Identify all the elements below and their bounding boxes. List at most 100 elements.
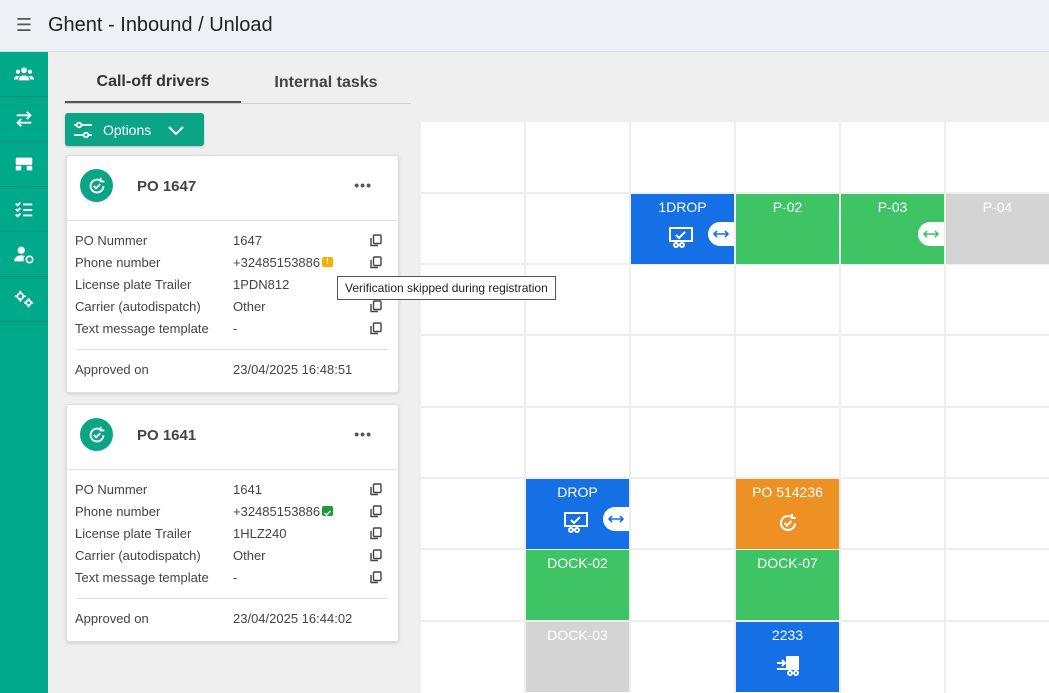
tab-call-off-drivers[interactable]: Call-off drivers [65,62,241,103]
trailer-checked-icon [669,227,693,248]
swap-icon[interactable] [918,222,944,246]
status-icon [779,514,796,532]
sidebar-item-tasks[interactable] [0,187,48,232]
field-row: PO Nummer 1647 [67,230,398,252]
sidebar-item-user-settings[interactable] [0,232,48,277]
slot-label: DOCK-07 [757,555,818,571]
dock-slot-p02[interactable]: P-02 [736,194,839,264]
sliders-icon [74,121,92,138]
slot-label: PO 514236 [752,484,823,500]
more-options-icon[interactable]: ••• [354,177,372,193]
approved-value: 23/04/2025 16:48:51 [233,362,353,377]
dock-slot-p03[interactable]: P-03 [841,194,944,264]
transfer-arrows-icon [16,111,32,127]
slot-label: P-02 [772,199,803,215]
field-label: License plate Trailer [75,526,192,541]
slot-label: P-04 [982,199,1013,215]
warning-icon[interactable]: ! [322,257,333,267]
card-title: PO 1641 [137,427,197,444]
dock-slot-dock07[interactable]: DOCK-07 [736,550,839,620]
copy-icon[interactable] [370,483,382,496]
call-off-card[interactable]: PO 1647 ••• PO Nummer 1647 Phone number +3… [66,155,399,393]
sidebar-item-docks[interactable] [0,142,48,187]
approved-row: Approved on 23/04/2025 16:48:51 [67,350,398,388]
sidebar-item-users[interactable] [0,52,48,97]
copy-icon[interactable] [370,505,382,518]
field-row: Phone number +32485153886 [67,501,398,523]
copy-icon[interactable] [370,571,382,584]
hamburger-icon[interactable]: ☰ [0,0,48,52]
app-header: ☰ Ghent - Inbound / Unload [0,0,1049,52]
approved-row: Approved on 23/04/2025 16:44:02 [67,599,398,637]
field-value: - [233,570,238,585]
approved-value: 23/04/2025 16:44:02 [233,611,353,626]
field-label: License plate Trailer [75,277,192,292]
grid-line [421,477,1049,479]
slot-label: DOCK-02 [547,555,608,571]
swap-icon[interactable] [708,222,734,246]
approved-label: Approved on [75,611,149,626]
field-label: Text message template [75,570,209,585]
field-label: Text message template [75,321,209,336]
user-settings-icon [13,246,34,264]
dock-icon [15,157,33,171]
field-value: Other [233,548,266,563]
grid-line [421,334,1049,336]
checklist-icon [15,201,33,218]
dock-slot-1drop[interactable]: 1DROP [631,194,734,264]
grid-line [421,548,1049,550]
more-options-icon[interactable]: ••• [354,426,372,442]
sidebar-item-transfers[interactable] [0,97,48,142]
field-label: Carrier (autodispatch) [75,548,201,563]
field-row: Text message template - [67,318,398,340]
slot-label: P-03 [877,199,908,215]
copy-icon[interactable] [370,234,382,247]
dock-slot-drop[interactable]: DROP [526,479,629,549]
options-button[interactable]: Options [65,113,204,146]
field-row: Text message template - [67,567,398,589]
field-value: 1HLZ240 [233,526,287,541]
dock-slot-dock03[interactable]: DOCK-03 [526,622,629,692]
field-value: +32485153886 [233,504,321,519]
sidebar-item-system-settings[interactable] [0,277,48,322]
field-value: 1641 [233,482,262,497]
copy-icon[interactable] [370,527,382,540]
tab-bar: Call-off drivers Internal tasks [65,62,411,104]
dock-grid: 1DROP P-02 P-03 P-04 DROP PO 514236 DOCK… [421,122,1049,693]
field-label: Phone number [75,504,161,519]
chevron-down-icon [168,125,184,135]
sidebar [0,52,48,693]
trailer-checked-icon [564,512,588,533]
field-label: Phone number [75,255,161,270]
field-label: Carrier (autodispatch) [75,299,201,314]
field-value: +32485153886 [233,255,321,270]
users-icon [13,67,35,81]
copy-icon[interactable] [370,322,382,335]
dock-slot-2233[interactable]: 2233 [736,622,839,692]
card-header: PO 1641 ••• [67,405,398,470]
call-off-card[interactable]: PO 1641 ••• PO Nummer 1641 Phone number +3… [66,404,399,642]
dock-slot-po514236[interactable]: PO 514236 [736,479,839,549]
copy-icon[interactable] [370,256,382,269]
field-row: Phone number +32485153886! [67,252,398,274]
slot-label: 2233 [771,627,804,643]
field-value: 1PDN812 [233,277,290,292]
swap-icon[interactable] [603,507,629,531]
verified-icon[interactable] [322,506,333,517]
field-value: - [233,321,238,336]
copy-icon[interactable] [370,549,382,562]
gears-icon [14,290,34,308]
copy-icon[interactable] [370,300,382,313]
dock-slot-dock02[interactable]: DOCK-02 [526,550,629,620]
field-value: Other [233,299,266,314]
field-row: Carrier (autodispatch) Other [67,545,398,567]
dock-slot-p04[interactable]: P-04 [946,194,1049,264]
status-icon [80,169,113,202]
field-value: 1647 [233,233,262,248]
grid-line [421,620,1049,622]
field-label: PO Nummer [75,482,148,497]
slot-label: DROP [557,484,598,500]
field-label: PO Nummer [75,233,148,248]
tab-internal-tasks[interactable]: Internal tasks [241,62,411,103]
card-title: PO 1647 [137,178,197,195]
